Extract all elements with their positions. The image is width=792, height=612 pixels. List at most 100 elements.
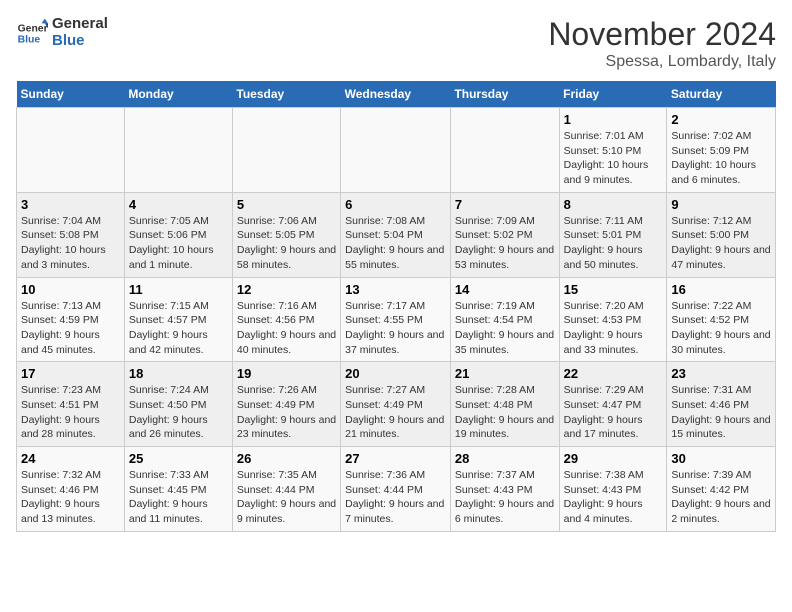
calendar-cell: 25Sunrise: 7:33 AM Sunset: 4:45 PM Dayli…: [124, 447, 232, 532]
day-info: Sunrise: 7:38 AM Sunset: 4:43 PM Dayligh…: [564, 468, 663, 527]
svg-text:Blue: Blue: [18, 34, 41, 45]
svg-text:General: General: [18, 23, 48, 34]
calendar-cell: [17, 108, 125, 193]
day-info: Sunrise: 7:29 AM Sunset: 4:47 PM Dayligh…: [564, 383, 663, 442]
day-number: 21: [455, 366, 555, 381]
calendar-cell: 16Sunrise: 7:22 AM Sunset: 4:52 PM Dayli…: [667, 277, 776, 362]
logo-line2: Blue: [52, 33, 108, 50]
weekday-header: Friday: [559, 81, 667, 108]
day-info: Sunrise: 7:35 AM Sunset: 4:44 PM Dayligh…: [237, 468, 336, 527]
calendar-cell: 6Sunrise: 7:08 AM Sunset: 5:04 PM Daylig…: [341, 192, 451, 277]
calendar-cell: 8 Sunrise: 7:11 AM Sunset: 5:01 PM Daylig…: [559, 192, 667, 277]
day-number: 8: [564, 197, 663, 212]
day-number: 14: [455, 282, 555, 297]
calendar-cell: [341, 108, 451, 193]
day-number: 24: [21, 451, 120, 466]
calendar-cell: [232, 108, 340, 193]
month-title: November 2024: [548, 16, 776, 53]
day-number: 3: [21, 197, 120, 212]
calendar-cell: 28 Sunrise: 7:37 AM Sunset: 4:43 PM Dayli…: [450, 447, 559, 532]
day-number: 29: [564, 451, 663, 466]
calendar-cell: 13Sunrise: 7:17 AM Sunset: 4:55 PM Dayli…: [341, 277, 451, 362]
calendar-cell: 18 Sunrise: 7:24 AM Sunset: 4:50 PM Dayli…: [124, 362, 232, 447]
day-number: 9: [671, 197, 771, 212]
day-number: 4: [129, 197, 228, 212]
calendar-cell: 9Sunrise: 7:12 AM Sunset: 5:00 PM Daylig…: [667, 192, 776, 277]
calendar-cell: 24 Sunrise: 7:32 AM Sunset: 4:46 PM Dayli…: [17, 447, 125, 532]
day-number: 6: [345, 197, 446, 212]
logo-line1: General: [52, 16, 108, 33]
day-info: Sunrise: 7:11 AM Sunset: 5:01 PM Dayligh…: [564, 214, 663, 273]
day-number: 25: [129, 451, 228, 466]
calendar-cell: 11 Sunrise: 7:15 AM Sunset: 4:57 PM Dayli…: [124, 277, 232, 362]
calendar-cell: 23 Sunrise: 7:31 AM Sunset: 4:46 PM Dayli…: [667, 362, 776, 447]
day-number: 26: [237, 451, 336, 466]
calendar-cell: 15Sunrise: 7:20 AM Sunset: 4:53 PM Dayli…: [559, 277, 667, 362]
page-header: General Blue General Blue November 2024 …: [16, 16, 776, 71]
weekday-header: Thursday: [450, 81, 559, 108]
day-info: Sunrise: 7:01 AM Sunset: 5:10 PM Dayligh…: [564, 129, 663, 188]
calendar-cell: 21 Sunrise: 7:28 AM Sunset: 4:48 PM Dayli…: [450, 362, 559, 447]
day-number: 18: [129, 366, 228, 381]
calendar-cell: 19Sunrise: 7:26 AM Sunset: 4:49 PM Dayli…: [232, 362, 340, 447]
day-info: Sunrise: 7:22 AM Sunset: 4:52 PM Dayligh…: [671, 299, 771, 358]
day-number: 11: [129, 282, 228, 297]
day-info: Sunrise: 7:16 AM Sunset: 4:56 PM Dayligh…: [237, 299, 336, 358]
day-info: Sunrise: 7:04 AM Sunset: 5:08 PM Dayligh…: [21, 214, 120, 273]
calendar-week-row: 1Sunrise: 7:01 AM Sunset: 5:10 PM Daylig…: [17, 108, 776, 193]
day-info: Sunrise: 7:28 AM Sunset: 4:48 PM Dayligh…: [455, 383, 555, 442]
day-info: Sunrise: 7:23 AM Sunset: 4:51 PM Dayligh…: [21, 383, 120, 442]
day-info: Sunrise: 7:09 AM Sunset: 5:02 PM Dayligh…: [455, 214, 555, 273]
day-number: 7: [455, 197, 555, 212]
day-number: 20: [345, 366, 446, 381]
day-info: Sunrise: 7:27 AM Sunset: 4:49 PM Dayligh…: [345, 383, 446, 442]
calendar-cell: 26 Sunrise: 7:35 AM Sunset: 4:44 PM Dayli…: [232, 447, 340, 532]
calendar-cell: 22Sunrise: 7:29 AM Sunset: 4:47 PM Dayli…: [559, 362, 667, 447]
calendar-cell: 17 Sunrise: 7:23 AM Sunset: 4:51 PM Dayli…: [17, 362, 125, 447]
calendar-cell: 12Sunrise: 7:16 AM Sunset: 4:56 PM Dayli…: [232, 277, 340, 362]
weekday-header: Monday: [124, 81, 232, 108]
calendar-cell: 7 Sunrise: 7:09 AM Sunset: 5:02 PM Daylig…: [450, 192, 559, 277]
day-info: Sunrise: 7:37 AM Sunset: 4:43 PM Dayligh…: [455, 468, 555, 527]
day-number: 10: [21, 282, 120, 297]
weekday-header: Saturday: [667, 81, 776, 108]
calendar-cell: 4 Sunrise: 7:05 AM Sunset: 5:06 PM Daylig…: [124, 192, 232, 277]
weekday-header: Sunday: [17, 81, 125, 108]
day-info: Sunrise: 7:20 AM Sunset: 4:53 PM Dayligh…: [564, 299, 663, 358]
calendar-cell: 5Sunrise: 7:06 AM Sunset: 5:05 PM Daylig…: [232, 192, 340, 277]
weekday-header-row: SundayMondayTuesdayWednesdayThursdayFrid…: [17, 81, 776, 108]
day-info: Sunrise: 7:05 AM Sunset: 5:06 PM Dayligh…: [129, 214, 228, 273]
day-number: 27: [345, 451, 446, 466]
calendar-week-row: 3 Sunrise: 7:04 AM Sunset: 5:08 PM Daylig…: [17, 192, 776, 277]
calendar-table: SundayMondayTuesdayWednesdayThursdayFrid…: [16, 81, 776, 532]
calendar-cell: 10Sunrise: 7:13 AM Sunset: 4:59 PM Dayli…: [17, 277, 125, 362]
day-info: Sunrise: 7:32 AM Sunset: 4:46 PM Dayligh…: [21, 468, 120, 527]
day-info: Sunrise: 7:17 AM Sunset: 4:55 PM Dayligh…: [345, 299, 446, 358]
weekday-header: Wednesday: [341, 81, 451, 108]
day-info: Sunrise: 7:15 AM Sunset: 4:57 PM Dayligh…: [129, 299, 228, 358]
logo-icon: General Blue: [16, 17, 48, 49]
day-number: 2: [671, 112, 771, 127]
calendar-cell: 2 Sunrise: 7:02 AM Sunset: 5:09 PM Daylig…: [667, 108, 776, 193]
day-info: Sunrise: 7:06 AM Sunset: 5:05 PM Dayligh…: [237, 214, 336, 273]
day-info: Sunrise: 7:24 AM Sunset: 4:50 PM Dayligh…: [129, 383, 228, 442]
calendar-cell: 3 Sunrise: 7:04 AM Sunset: 5:08 PM Daylig…: [17, 192, 125, 277]
day-number: 23: [671, 366, 771, 381]
calendar-week-row: 17 Sunrise: 7:23 AM Sunset: 4:51 PM Dayli…: [17, 362, 776, 447]
calendar-cell: 1Sunrise: 7:01 AM Sunset: 5:10 PM Daylig…: [559, 108, 667, 193]
calendar-cell: [124, 108, 232, 193]
day-number: 30: [671, 451, 771, 466]
calendar-week-row: 24 Sunrise: 7:32 AM Sunset: 4:46 PM Dayli…: [17, 447, 776, 532]
calendar-cell: 14Sunrise: 7:19 AM Sunset: 4:54 PM Dayli…: [450, 277, 559, 362]
day-info: Sunrise: 7:31 AM Sunset: 4:46 PM Dayligh…: [671, 383, 771, 442]
calendar-cell: 29 Sunrise: 7:38 AM Sunset: 4:43 PM Dayli…: [559, 447, 667, 532]
title-block: November 2024 Spessa, Lombardy, Italy: [548, 16, 776, 71]
day-number: 17: [21, 366, 120, 381]
calendar-week-row: 10Sunrise: 7:13 AM Sunset: 4:59 PM Dayli…: [17, 277, 776, 362]
calendar-cell: [450, 108, 559, 193]
day-info: Sunrise: 7:39 AM Sunset: 4:42 PM Dayligh…: [671, 468, 771, 527]
day-info: Sunrise: 7:26 AM Sunset: 4:49 PM Dayligh…: [237, 383, 336, 442]
weekday-header: Tuesday: [232, 81, 340, 108]
day-number: 28: [455, 451, 555, 466]
day-info: Sunrise: 7:02 AM Sunset: 5:09 PM Dayligh…: [671, 129, 771, 188]
